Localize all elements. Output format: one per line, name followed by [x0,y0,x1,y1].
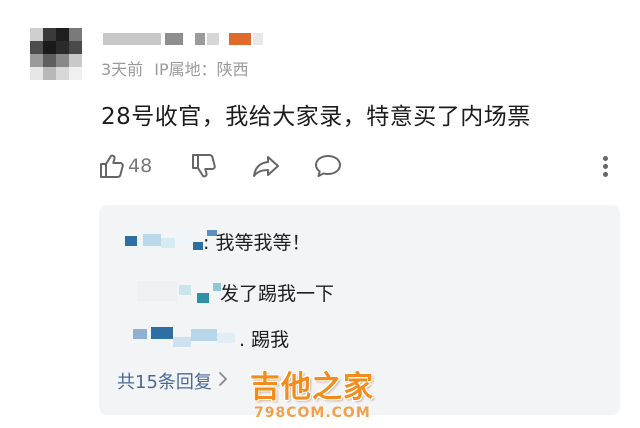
comment-meta: 3天前 IP属地：陕西 [101,56,255,80]
watermark-title: 吉他之家 [250,370,374,405]
watermark: 吉他之家 798COM.COM [250,362,374,421]
vertical-ellipsis-icon[interactable] [600,155,612,179]
reply-author-redacted [117,323,247,353]
reply-item[interactable]: . 踢我 [99,323,499,353]
user-avatar[interactable] [30,28,82,80]
reply-item[interactable]: : 我等我等！ [99,226,499,256]
like-count: 48 [128,155,153,177]
username-redacted[interactable] [103,33,283,45]
dislike-button[interactable] [190,152,218,182]
like-button[interactable]: 48 [98,152,152,180]
comment-text: 28号收官，我给大家录，特意买了内场票 [101,104,531,130]
reply-item[interactable]: 发了踢我一下 [99,277,499,307]
more-replies-label: 共15条回复 [117,372,212,393]
speech-bubble-icon [313,152,343,180]
reply-button[interactable] [313,152,343,180]
thumbs-down-icon [190,152,218,182]
ip-location: IP属地：陕西 [154,60,249,79]
view-all-replies-link[interactable]: 共15条回复 [117,368,228,394]
share-button[interactable] [251,152,281,180]
watermark-url: 798COM.COM [254,405,371,421]
reply-text: . 踢我 [239,329,290,351]
chevron-right-icon [218,371,228,392]
thumbs-up-icon [98,152,126,180]
comment-time: 3天前 [101,60,144,79]
share-arrow-icon [251,152,281,180]
reply-text: : 我等我等！ [203,232,311,254]
reply-text: 发了踢我一下 [220,283,335,305]
comment-actions: 48 [98,152,618,182]
